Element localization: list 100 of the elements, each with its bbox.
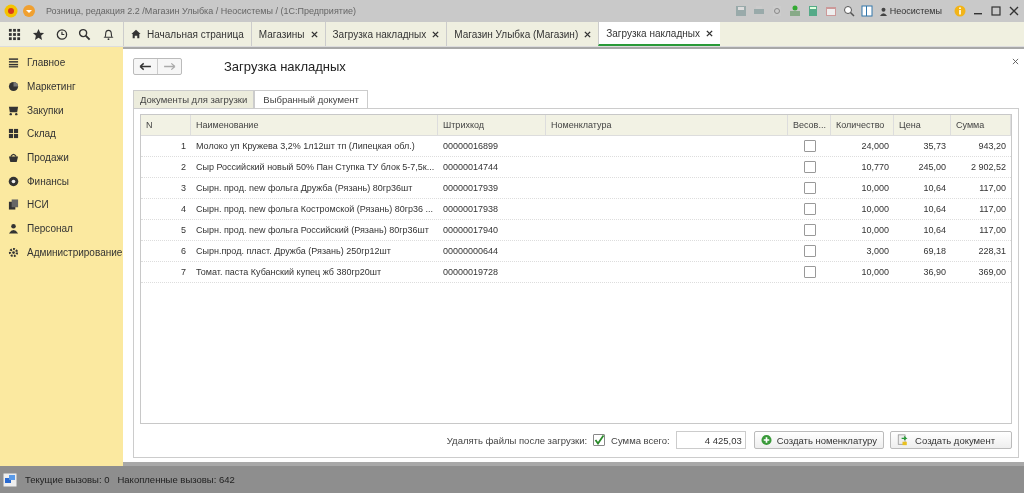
table-cell-text: 00000016899: [442, 140, 500, 153]
table-cell-text: Сыр Российский новый 50% Пан Ступка ТУ блок 5-7,5к...: [195, 161, 436, 174]
section-link[interactable]: Продажи: [27, 152, 69, 164]
section-link[interactable]: Администрирование: [27, 246, 123, 258]
section-link[interactable]: Закупки: [27, 104, 64, 116]
column-header[interactable]: Штрихкод: [438, 115, 546, 135]
close-tab-icon[interactable]: [310, 30, 318, 38]
table-cell-text: 00000017939: [442, 182, 500, 195]
table-cell-text: 00000017940: [442, 224, 500, 237]
table-cell-text: 10,64: [922, 224, 947, 237]
table-cell-text: 369,00: [977, 266, 1007, 279]
plus-circle-icon: [760, 434, 772, 446]
table-cell-text: 2 902,52: [969, 161, 1007, 174]
table-cell-text: 3,000: [865, 245, 890, 258]
open-tab[interactable]: Загрузка накладных: [598, 22, 720, 46]
maximize-icon[interactable]: [990, 5, 1002, 17]
table-cell-text: 36,90: [922, 266, 947, 279]
cart-icon: [8, 104, 19, 116]
network-icon[interactable]: [3, 472, 17, 487]
checkbox[interactable]: [593, 434, 606, 446]
close-icon[interactable]: [1008, 5, 1020, 17]
table-cell-text: Сырн. прод. new фольга Дружба (Рязань) 80гр36шт: [195, 182, 414, 195]
table-cell-text: 00000019728: [442, 266, 500, 279]
current-calls-text: Текущие вызовы: 0: [25, 474, 110, 485]
table-cell-text: 7: [180, 266, 187, 279]
table-cell-text: Сырн.прод. пласт. Дружба (Рязань) 250гр12шт: [195, 245, 392, 258]
table-cell-text: Томат. паста Кубанский купец жб 380гр20шт: [195, 266, 383, 279]
app-logo-icon: [4, 4, 18, 18]
create-document-button[interactable]: Создать документ: [890, 431, 1012, 449]
table-cell-text: 10,64: [922, 182, 947, 195]
column-header[interactable]: N: [141, 115, 191, 135]
accumulated-calls-text: Накопленные вызовы: 642: [117, 474, 235, 485]
table-cell-text: 00000000644: [442, 245, 500, 258]
table-cell-text: 69,18: [922, 245, 947, 258]
star-icon[interactable]: [31, 27, 45, 41]
search-icon[interactable]: [78, 27, 92, 41]
table-cell-text: 1: [180, 140, 187, 153]
history-icon[interactable]: [54, 27, 68, 41]
user-icon: [878, 6, 888, 16]
table-cell-text: 10,000: [860, 203, 890, 216]
grid-icon: [8, 128, 19, 140]
column-header[interactable]: Весов...: [788, 115, 831, 135]
table-cell-text: 24,000: [860, 140, 890, 153]
gear-icon: [8, 246, 19, 258]
checkbox[interactable]: [803, 182, 816, 194]
table-cell-text: 245,00: [917, 161, 947, 174]
section-link[interactable]: Склад: [27, 128, 56, 140]
close-tab-icon[interactable]: [584, 30, 592, 38]
column-header[interactable]: Количество: [831, 115, 894, 135]
table-cell-text: 6: [180, 245, 187, 258]
table-cell-text: 117,00: [978, 182, 1007, 195]
basket-icon: [8, 152, 19, 164]
window-title: Розница, редакция 2.2 /Магазин Улыбка / Неосистемы / (1С:Предприятие): [46, 6, 357, 16]
section-link[interactable]: НСИ: [27, 199, 49, 211]
table-cell-text: 3: [180, 182, 187, 195]
zoom-icon[interactable]: [842, 5, 855, 17]
table-cell-text: 00000014744: [442, 161, 500, 174]
close-icon[interactable]: [1012, 58, 1019, 65]
table-cell-text: 10,64: [922, 203, 947, 216]
person-icon: [8, 223, 19, 235]
checkbox[interactable]: [803, 245, 816, 257]
checkbox[interactable]: [803, 224, 816, 236]
close-tab-icon[interactable]: [705, 29, 713, 37]
checkbox[interactable]: [803, 161, 816, 173]
section-link[interactable]: Маркетинг: [27, 81, 76, 93]
table-cell-text: 228,31: [977, 245, 1007, 258]
form-title: Загрузка накладных: [224, 58, 346, 74]
table-cell-text: Сырн. прод. new фольга Российский (Рязань) 80гр36шт: [195, 224, 430, 237]
bell-icon[interactable]: [101, 27, 115, 41]
section-link[interactable]: Финансы: [27, 175, 69, 187]
checkbox[interactable]: [803, 266, 816, 278]
table-cell-text: 2: [180, 161, 187, 174]
calculator-icon[interactable]: [806, 5, 819, 17]
page-tab[interactable]: Выбранный документ: [254, 90, 368, 108]
section-link[interactable]: Персонал: [27, 223, 73, 235]
column-header[interactable]: Наименование: [191, 115, 438, 135]
table-cell-text: Молоко уп Кружева 3,2% 1л12шт тп (Липецкая обл.): [195, 140, 416, 153]
create-nomenclature-button[interactable]: Создать номенклатуру: [753, 431, 884, 449]
apps-grid-icon[interactable]: [8, 27, 22, 41]
checkbox[interactable]: [803, 203, 816, 215]
total-field[interactable]: 4 425,03: [675, 431, 746, 449]
page-tab[interactable]: Документы для загрузки: [133, 90, 255, 108]
table-cell-text: Сырн. прод. new фольга Костромской (Рязань) 80гр36 ...: [195, 203, 434, 216]
column-header[interactable]: Цена: [894, 115, 951, 135]
delete-files-label: Удалять файлы после загрузки:: [446, 434, 588, 446]
column-header[interactable]: Номенклатура: [546, 115, 788, 135]
user-name[interactable]: Неосистемы: [889, 6, 942, 16]
panel-icon[interactable]: [860, 5, 873, 17]
checkbox[interactable]: [803, 140, 816, 152]
close-tab-icon[interactable]: [432, 30, 440, 38]
table-cell-text: 10,000: [860, 266, 890, 279]
books-icon: [8, 199, 19, 211]
list-icon: [8, 57, 19, 69]
table-cell-text: 10,000: [860, 224, 890, 237]
section-link[interactable]: Главное: [27, 57, 66, 69]
total-label: Сумма всего:: [611, 434, 670, 446]
table-cell-text: 117,00: [978, 203, 1007, 216]
coin-icon: [8, 175, 19, 187]
column-header[interactable]: Сумма: [951, 115, 1011, 135]
table-cell-text: 5: [180, 224, 187, 237]
